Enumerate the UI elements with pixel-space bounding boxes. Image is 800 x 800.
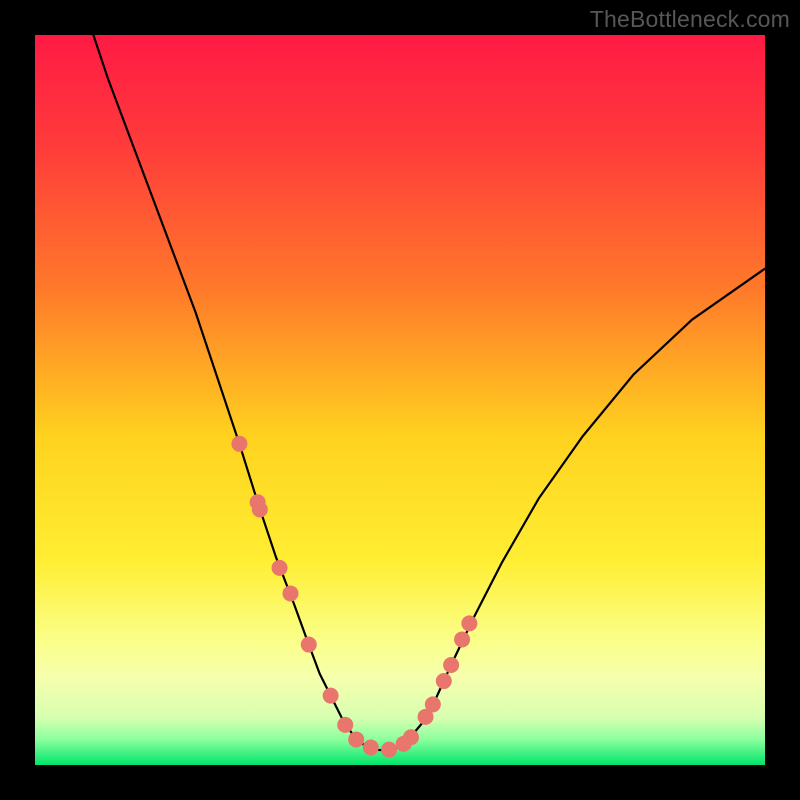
marker-point xyxy=(348,731,364,747)
marker-point xyxy=(301,637,317,653)
marker-point xyxy=(231,436,247,452)
marker-point xyxy=(443,657,459,673)
marker-point xyxy=(436,673,452,689)
marker-point xyxy=(272,560,288,576)
marker-point xyxy=(363,739,379,755)
marker-point xyxy=(403,729,419,745)
figure-container: TheBottleneck.com xyxy=(0,0,800,800)
marker-point xyxy=(454,631,470,647)
marker-point xyxy=(252,502,268,518)
marker-point xyxy=(461,615,477,631)
bottleneck-chart xyxy=(35,35,765,765)
marker-point xyxy=(283,585,299,601)
marker-point xyxy=(425,696,441,712)
marker-point xyxy=(323,688,339,704)
gradient-background xyxy=(35,35,765,765)
marker-point xyxy=(381,742,397,758)
plot-area xyxy=(35,35,765,765)
watermark-text: TheBottleneck.com xyxy=(590,6,790,33)
marker-point xyxy=(337,717,353,733)
